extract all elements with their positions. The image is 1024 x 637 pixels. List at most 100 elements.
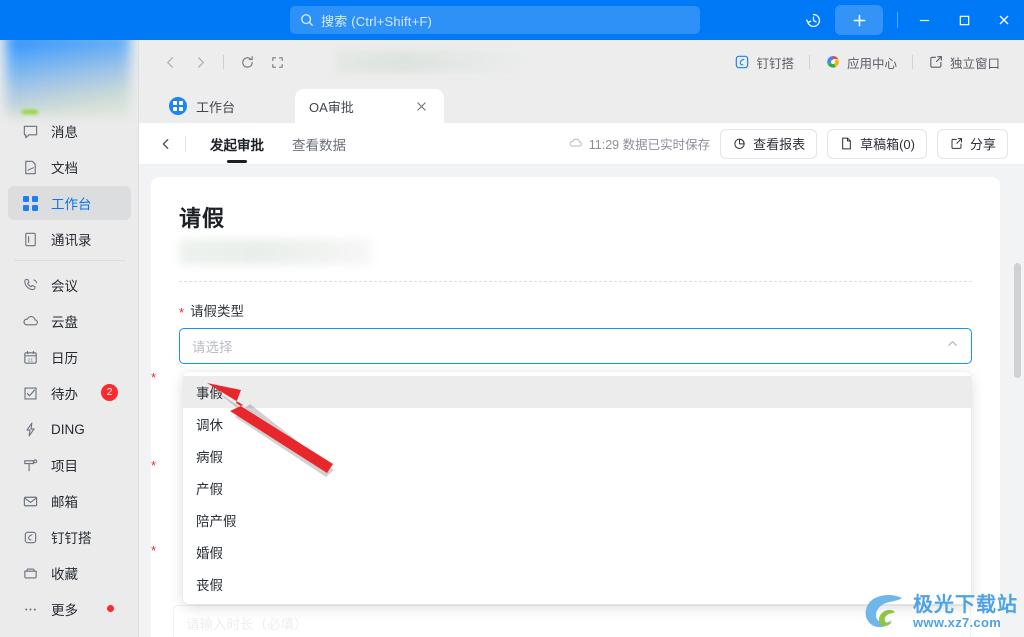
search-icon [301,14,313,26]
sidebar-nav: 消息 文档 工作台 通讯录 会议 云盘 21 日历 待办 2 DING 项目 邮… [0,112,138,628]
sidebar-item-label: 通讯录 [51,233,92,248]
sidebar-item-workbench[interactable]: 工作台 [8,186,131,220]
dingtalk-build-button[interactable]: 钉钉搭 [724,49,804,76]
sidebar-item-contacts[interactable]: 通讯录 [8,222,131,256]
tab-workbench[interactable]: 工作台 [155,89,295,123]
button-label: 钉钉搭 [756,56,794,71]
field-leave-type: * 请假类型 请选择 [179,300,972,364]
sidebar-item-label: 钉钉搭 [51,531,92,546]
view-report-button[interactable]: 查看报表 [720,128,818,159]
sidebar-item-label: 云盘 [51,315,78,330]
draft-box-button[interactable]: 草稿箱(0) [827,128,927,159]
dropdown-option-4[interactable]: 陪产假 [183,504,971,536]
new-tab-button[interactable] [835,5,883,35]
dropdown-option-1[interactable]: 调休 [183,408,971,440]
tab-strip: 工作台 OA审批 [139,84,1024,123]
field-label: * 请假类型 [179,300,972,320]
sidebar-item-more[interactable]: 更多 [8,592,131,626]
dropdown-option-2[interactable]: 病假 [183,440,971,472]
tab-close-button[interactable] [412,97,430,115]
sidebar-item-todo[interactable]: 待办 2 [8,376,131,410]
history-button[interactable] [795,6,831,34]
share-button[interactable]: 分享 [936,128,1008,159]
todo-icon [20,383,40,403]
browser-back-button[interactable] [155,47,185,77]
history-icon [805,13,820,27]
sidebar-item-calendar[interactable]: 21 日历 [8,340,131,374]
dropdown-option-5[interactable]: 婚假 [183,536,971,568]
button-label: 查看报表 [753,137,806,152]
app-back-button[interactable] [153,131,179,157]
toolbar-divider [897,12,898,28]
sidebar: 消息 文档 工作台 通讯录 会议 云盘 21 日历 待办 2 DING 项目 邮… [0,40,139,637]
contacts-icon [20,229,40,249]
toolbar-divider [223,55,224,69]
sidebar-item-favorites[interactable]: 收藏 [8,556,131,590]
chevron-left-icon [162,138,169,149]
tab-oa-approval[interactable]: OA审批 [295,89,444,123]
app-center-icon [827,55,839,68]
sidebar-item-dingtalk-build[interactable]: 钉钉搭 [8,520,131,554]
share-icon [951,138,962,149]
maximize-button[interactable] [944,0,984,40]
project-icon [20,455,40,475]
dropdown-option-0[interactable]: 事假 [183,376,971,408]
tab-label: 工作台 [196,99,236,115]
button-label: 分享 [969,137,996,152]
tab-view-data[interactable]: 查看数据 [278,123,360,165]
fullscreen-icon [271,56,283,68]
minimize-button[interactable] [904,0,944,40]
dropdown-option-3[interactable]: 产假 [183,472,971,504]
sidebar-item-label: 会议 [51,279,78,294]
sidebar-item-meeting[interactable]: 会议 [8,268,131,302]
workbench-icon [169,97,187,115]
document-icon [20,157,40,177]
browser-fullscreen-button[interactable] [262,47,292,77]
detach-window-button[interactable]: 独立窗口 [918,49,1010,76]
browser-reload-button[interactable] [232,47,262,77]
required-asterisk: * [179,304,185,320]
title-bar: 搜索 (Ctrl+Shift+F) [0,0,1024,40]
required-asterisk: * [151,458,157,473]
sidebar-item-messages[interactable]: 消息 [8,114,131,148]
scrollbar-thumb[interactable] [1014,263,1021,378]
profile-avatar-banner[interactable] [6,40,130,116]
option-label: 事假 [196,386,223,401]
sidebar-item-label: 消息 [51,125,78,140]
form-description-blurred [179,239,371,265]
leave-type-dropdown: 事假 调休 病假 产假 陪产假 婚假 丧假 [183,372,971,604]
ding-icon [20,419,40,439]
search-input[interactable]: 搜索 (Ctrl+Shift+F) [290,6,700,34]
back-arrow-icon [166,56,173,68]
sidebar-item-label: DING [51,421,85,437]
dropdown-option-6[interactable]: 丧假 [183,568,971,600]
duration-input-placeholder: 请输入时长（必填） [186,617,308,632]
chevron-up-icon [946,337,959,355]
sidebar-item-mail[interactable]: 邮箱 [8,484,131,518]
sidebar-item-project[interactable]: 项目 [8,448,131,482]
sidebar-item-ding[interactable]: DING [8,412,131,446]
tab-start-approval[interactable]: 发起审批 [196,123,278,165]
vertical-scrollbar[interactable] [1014,263,1021,633]
select-placeholder: 请选择 [192,340,233,355]
sidebar-item-cloud-drive[interactable]: 云盘 [8,304,131,338]
message-icon [20,121,40,141]
leave-type-select[interactable]: 请选择 [179,328,972,364]
browser-forward-button[interactable] [185,47,215,77]
app-window: 搜索 (Ctrl+Shift+F) 消息 文档 工作台 通讯录 会议 云盘 21… [0,0,1024,637]
app-center-button[interactable]: 应用中心 [815,49,907,76]
draft-icon [842,137,851,150]
toolbar-divider [911,55,913,69]
cloud-icon [20,311,40,331]
option-label: 丧假 [196,578,223,593]
sidebar-item-documents[interactable]: 文档 [8,150,131,184]
option-label: 婚假 [196,546,223,561]
button-label: 草稿箱(0) [860,137,915,152]
calendar-icon: 21 [20,347,40,367]
tab-label: OA审批 [309,99,354,115]
cloud-icon [569,138,582,147]
sidebar-divider [14,260,125,261]
close-button[interactable] [984,0,1024,40]
address-bar-blurred[interactable] [336,51,536,73]
duration-input[interactable]: 请输入时长（必填） [173,605,971,637]
